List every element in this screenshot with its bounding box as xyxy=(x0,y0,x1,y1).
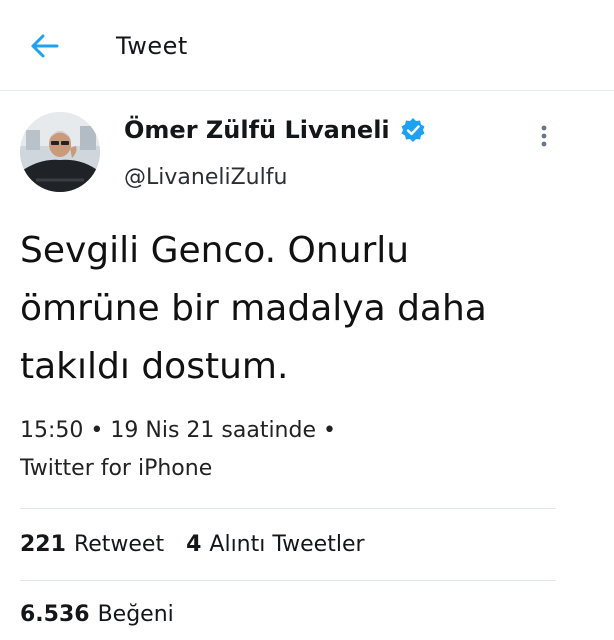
tweet-text-line: Sevgili Genco. Onurlu xyxy=(20,230,410,271)
author-name-text: Ömer Zülfü Livaneli xyxy=(124,116,390,144)
like-stats: 6.536 Beğeni xyxy=(20,598,196,632)
retweets-link[interactable]: 221 Retweet xyxy=(20,528,164,562)
tweet-source[interactable]: Twitter for iPhone xyxy=(20,450,336,488)
more-options-button[interactable] xyxy=(530,118,558,154)
likes-link[interactable]: 6.536 Beğeni xyxy=(20,598,174,632)
meta-separator: • xyxy=(323,418,336,443)
back-button[interactable] xyxy=(24,28,64,64)
likes-count: 6.536 xyxy=(20,602,90,627)
quotes-label: Alıntı Tweetler xyxy=(209,532,365,557)
retweets-label: Retweet xyxy=(73,532,165,557)
divider xyxy=(20,508,556,509)
arrow-left-icon xyxy=(31,34,59,58)
tweet-time[interactable]: 15:50 xyxy=(20,418,83,443)
retweets-count: 221 xyxy=(20,532,66,557)
retweet-stats: 221 Retweet 4 Alıntı Tweetler xyxy=(20,528,387,562)
divider xyxy=(20,580,556,581)
tweet-text-line: takıldı dostum. xyxy=(20,346,289,387)
likes-label: Beğeni xyxy=(97,602,174,627)
tweet-text-line: ömrüne bir madalya daha xyxy=(20,288,487,329)
more-vertical-icon xyxy=(541,125,547,147)
tweet-date[interactable]: 19 Nis 21 saatinde xyxy=(110,418,316,443)
avatar[interactable] xyxy=(20,112,100,192)
meta-separator: • xyxy=(90,418,104,443)
profile-photo xyxy=(20,112,100,192)
verified-badge-icon xyxy=(400,117,426,143)
tweet-meta: 15:50 • 19 Nis 21 saatinde • Twitter for… xyxy=(20,412,336,488)
author-handle[interactable]: @LivaneliZulfu xyxy=(124,162,287,194)
top-app-bar: Tweet xyxy=(0,0,614,91)
tweet-text: Sevgili Genco. Onurlu ömrüne bir madalya… xyxy=(20,222,580,396)
author-display-name[interactable]: Ömer Zülfü Livaneli xyxy=(124,114,426,146)
page-title: Tweet xyxy=(116,32,188,60)
quotes-count: 4 xyxy=(186,532,202,557)
quote-tweets-link[interactable]: 4 Alıntı Tweetler xyxy=(186,528,364,562)
